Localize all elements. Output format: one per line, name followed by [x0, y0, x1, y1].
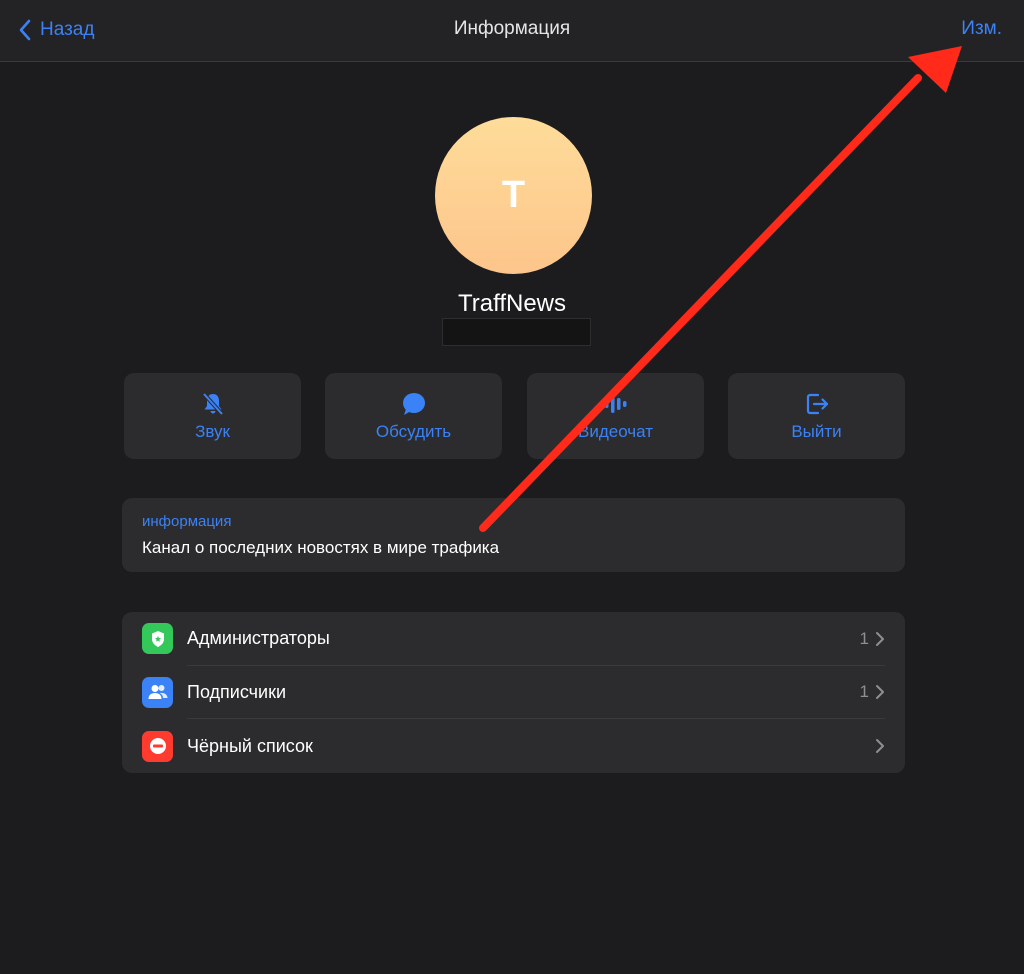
discuss-button[interactable]: Обсудить	[325, 373, 502, 459]
blacklist-chevron-wrap	[875, 738, 885, 754]
action-buttons: Звук Обсудить Видеочат Выйти	[124, 373, 905, 459]
edit-button[interactable]: Изм.	[961, 18, 1002, 40]
chevron-right-icon	[876, 631, 884, 646]
list-item-subscribers[interactable]: Подписчики 1	[122, 666, 905, 720]
audio-wave-icon	[604, 395, 626, 413]
blacklist-label: Чёрный список	[187, 735, 313, 756]
people-icon	[142, 676, 173, 708]
minus-circle-icon	[142, 730, 173, 762]
administrators-count-wrap: 1	[860, 629, 885, 649]
channel-name: TraffNews	[457, 290, 567, 317]
back-button[interactable]: Назад	[18, 16, 94, 44]
subscribers-count: 1	[859, 682, 869, 702]
sound-button[interactable]: Звук	[124, 373, 301, 459]
video-chat-label: Видеочат	[577, 422, 653, 441]
chevron-right-icon	[876, 685, 884, 700]
back-label: Назад	[40, 19, 95, 40]
discuss-label: Обсудить	[375, 422, 452, 441]
chevron-right-icon	[876, 739, 884, 754]
sound-label: Звук	[195, 422, 230, 441]
chat-bubble-icon	[402, 393, 425, 415]
info-card: информация Канал о последних новостях в …	[122, 498, 905, 572]
navigation-bar: Назад Информация Изм.	[0, 0, 1024, 62]
avatar[interactable]: T	[435, 117, 592, 274]
redacted-username	[442, 318, 591, 346]
info-label: информация	[142, 513, 232, 530]
chevron-left-icon	[19, 19, 31, 41]
settings-list: Администраторы 1 Подписчики 1 Чёрный спи…	[122, 612, 905, 773]
leave-button[interactable]: Выйти	[728, 373, 905, 459]
list-item-administrators[interactable]: Администраторы 1	[122, 612, 905, 666]
video-chat-button[interactable]: Видеочат	[527, 373, 704, 459]
shield-icon	[142, 623, 173, 655]
list-item-blacklist[interactable]: Чёрный список	[122, 719, 905, 773]
subscribers-label: Подписчики	[187, 681, 287, 702]
leave-icon	[806, 393, 828, 415]
bell-slash-icon	[202, 392, 223, 416]
info-description: Канал о последних новостях в мире трафик…	[142, 538, 500, 557]
subscribers-count-wrap: 1	[860, 682, 885, 702]
page-title: Информация	[453, 18, 571, 39]
administrators-label: Администраторы	[187, 628, 330, 649]
administrators-count: 1	[859, 628, 869, 648]
leave-label: Выйти	[791, 422, 842, 441]
avatar-letter: T	[501, 174, 526, 216]
